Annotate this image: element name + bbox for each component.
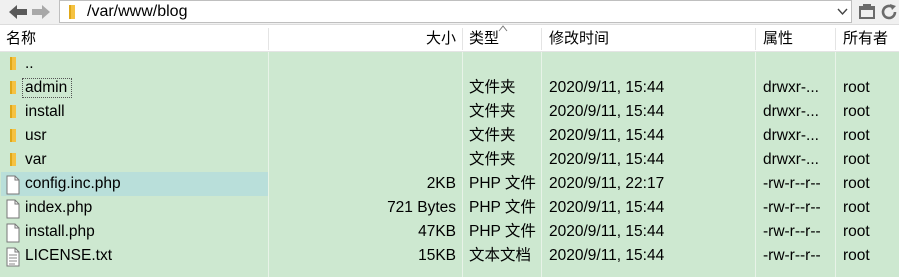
list-item[interactable]: var 文件夹 2020/9/11, 15:44 drwxr-... root xyxy=(0,148,899,172)
file-size: 47KB xyxy=(418,223,456,240)
refresh-icon[interactable] xyxy=(880,3,898,21)
column-size[interactable]: 大小 xyxy=(270,25,462,52)
column-header: 名称 大小 类型 修改时间 属性 所有者 xyxy=(0,25,899,52)
back-arrow-icon xyxy=(9,5,27,19)
forward-button[interactable] xyxy=(31,2,51,22)
folder-icon xyxy=(10,129,16,142)
sort-arrow-icon xyxy=(498,25,508,32)
file-owner: root xyxy=(843,103,870,120)
folder-icon xyxy=(10,153,16,166)
file-modified: 2020/9/11, 22:17 xyxy=(549,175,665,192)
file-icon xyxy=(6,175,20,195)
file-permissions: -rw-r--r-- xyxy=(763,223,821,240)
file-type: PHP 文件 xyxy=(469,199,536,216)
folder-icon xyxy=(69,5,75,19)
file-list: .. admin 文件夹 2020/9/11, 15:44 drwxr-... … xyxy=(0,52,899,277)
file-name: var xyxy=(25,151,47,168)
file-modified: 2020/9/11, 15:44 xyxy=(549,151,665,168)
file-type: 文本文档 xyxy=(469,247,532,264)
file-type: PHP 文件 xyxy=(469,175,536,192)
file-permissions: -rw-r--r-- xyxy=(763,199,821,216)
list-item[interactable]: .. xyxy=(0,52,899,76)
column-modified[interactable]: 修改时间 xyxy=(543,25,755,52)
list-item[interactable]: index.php 721 Bytes PHP 文件 2020/9/11, 15… xyxy=(0,196,899,220)
file-size xyxy=(270,148,456,172)
file-icon xyxy=(6,199,20,219)
file-owner: root xyxy=(843,199,870,216)
file-name: config.inc.php xyxy=(25,175,121,192)
file-owner: root xyxy=(843,223,870,240)
column-owner[interactable]: 所有者 xyxy=(837,25,899,52)
list-item[interactable]: LICENSE.txt 15KB 文本文档 2020/9/11, 15:44 -… xyxy=(0,244,899,268)
file-modified: 2020/9/11, 15:44 xyxy=(549,247,665,264)
file-permissions: -rw-r--r-- xyxy=(763,175,821,192)
file-type: 文件夹 xyxy=(469,127,516,144)
file-permissions: -rw-r--r-- xyxy=(763,247,821,264)
list-item[interactable]: config.inc.php 2KB PHP 文件 2020/9/11, 22:… xyxy=(0,172,899,196)
open-folder-icon[interactable] xyxy=(858,3,876,21)
toolbar: /var/www/blog xyxy=(0,0,899,25)
file-modified: 2020/9/11, 15:44 xyxy=(549,223,665,240)
file-permissions: drwxr-... xyxy=(763,103,819,120)
column-divider xyxy=(835,52,836,277)
file-owner: root xyxy=(843,79,870,96)
path-text: /var/www/blog xyxy=(87,3,188,20)
list-item[interactable]: usr 文件夹 2020/9/11, 15:44 drwxr-... root xyxy=(0,124,899,148)
file-size: 2KB xyxy=(426,175,456,192)
folder-icon xyxy=(10,81,16,94)
column-divider xyxy=(462,52,463,277)
file-type: 文件夹 xyxy=(469,151,516,168)
file-size xyxy=(270,76,456,100)
file-owner: root xyxy=(843,175,870,192)
file-permissions: drwxr-... xyxy=(763,79,819,96)
chevron-down-icon[interactable] xyxy=(837,6,848,18)
file-name: .. xyxy=(25,55,34,72)
column-permissions[interactable]: 属性 xyxy=(757,25,835,52)
file-name: usr xyxy=(25,127,47,144)
file-modified: 2020/9/11, 15:44 xyxy=(549,79,665,96)
back-button[interactable] xyxy=(8,2,28,22)
file-modified: 2020/9/11, 15:44 xyxy=(549,127,665,144)
file-name: install xyxy=(25,103,65,120)
column-divider xyxy=(755,52,756,277)
folder-icon xyxy=(10,57,16,70)
file-name: LICENSE.txt xyxy=(25,247,112,264)
file-type: 文件夹 xyxy=(469,103,516,120)
file-icon xyxy=(6,223,20,243)
column-divider xyxy=(541,52,542,277)
file-size: 15KB xyxy=(418,247,456,264)
list-item[interactable]: install.php 47KB PHP 文件 2020/9/11, 15:44… xyxy=(0,220,899,244)
list-item[interactable]: install 文件夹 2020/9/11, 15:44 drwxr-... r… xyxy=(0,100,899,124)
list-item[interactable]: admin 文件夹 2020/9/11, 15:44 drwxr-... roo… xyxy=(0,76,899,100)
file-owner: root xyxy=(843,247,870,264)
column-name[interactable]: 名称 xyxy=(0,25,268,52)
forward-arrow-icon xyxy=(32,5,50,19)
file-size: 721 Bytes xyxy=(387,199,456,216)
file-name: install.php xyxy=(25,223,95,240)
file-permissions: drwxr-... xyxy=(763,127,819,144)
file-owner: root xyxy=(843,151,870,168)
file-modified: 2020/9/11, 15:44 xyxy=(549,103,665,120)
file-size xyxy=(270,100,456,124)
file-size xyxy=(270,124,456,148)
file-owner: root xyxy=(843,127,870,144)
text-file-icon xyxy=(6,247,20,267)
file-permissions: drwxr-... xyxy=(763,151,819,168)
path-input[interactable]: /var/www/blog xyxy=(59,0,852,23)
file-name: index.php xyxy=(25,199,93,216)
file-type: PHP 文件 xyxy=(469,223,536,240)
column-divider xyxy=(268,52,269,277)
file-name: admin xyxy=(25,79,68,96)
file-type: 文件夹 xyxy=(469,79,516,96)
file-modified: 2020/9/11, 15:44 xyxy=(549,199,665,216)
folder-icon xyxy=(10,105,16,118)
